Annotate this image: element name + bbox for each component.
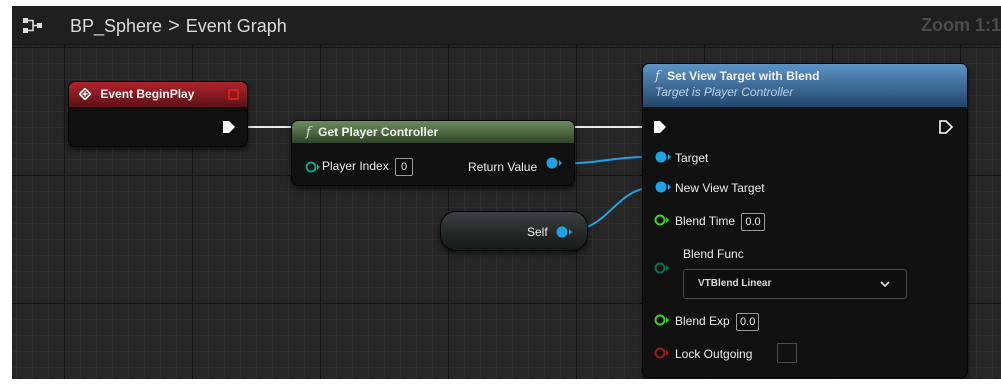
self-label: Self [527, 225, 548, 239]
get-player-controller-title: Get Player Controller [318, 125, 439, 139]
lock-outgoing-checkbox[interactable] [777, 343, 797, 363]
blend-exp-input[interactable]: 0.0 [736, 313, 760, 331]
set-view-target-subtitle: Target is Player Controller [655, 85, 794, 99]
blend-func-value: VTBlend Linear [698, 278, 772, 289]
event-beginplay-title: Event BeginPlay [100, 87, 195, 101]
function-icon: f [655, 69, 660, 84]
event-beginplay-header: Event BeginPlay [69, 82, 247, 107]
player-index-input[interactable]: 0 [395, 158, 414, 176]
set-view-target-node[interactable]: f Set View Target with Blend Target is P… [642, 63, 968, 378]
set-view-target-title: Set View Target with Blend [667, 69, 820, 83]
self-node[interactable]: Self [440, 211, 588, 251]
event-diamond-icon [79, 88, 91, 100]
chevron-down-icon [880, 281, 890, 288]
blend-time-label: Blend Time [675, 214, 736, 228]
function-icon: f [306, 125, 311, 140]
blend-func-dropdown[interactable]: VTBlend Linear [683, 269, 907, 299]
blend-func-label: Blend Func [683, 247, 744, 261]
lock-outgoing-label: Lock Outgoing [675, 347, 753, 361]
player-index-label: Player Index [322, 159, 389, 173]
get-player-controller-node[interactable]: f Get Player Controller Player Index 0 R… [291, 120, 575, 186]
event-beginplay-node[interactable]: Event BeginPlay [68, 81, 248, 147]
blend-exp-pin: Blend Exp 0.0 [675, 313, 760, 331]
delegate-pin-icon[interactable] [228, 89, 239, 100]
event-graph-canvas[interactable]: BP_Sphere > Event Graph Zoom 1:1 Event B… [12, 6, 1001, 379]
get-player-controller-header: f Get Player Controller [292, 121, 574, 143]
set-view-target-header: f Set View Target with Blend Target is P… [643, 64, 967, 107]
new-view-target-label: New View Target [675, 181, 765, 195]
blend-time-input[interactable]: 0.0 [741, 213, 765, 231]
blend-time-pin: Blend Time 0.0 [675, 213, 765, 231]
blend-exp-label: Blend Exp [675, 314, 730, 328]
player-index-pin: Player Index 0 [322, 158, 414, 176]
target-label: Target [675, 151, 709, 165]
return-value-label: Return Value [468, 160, 538, 174]
